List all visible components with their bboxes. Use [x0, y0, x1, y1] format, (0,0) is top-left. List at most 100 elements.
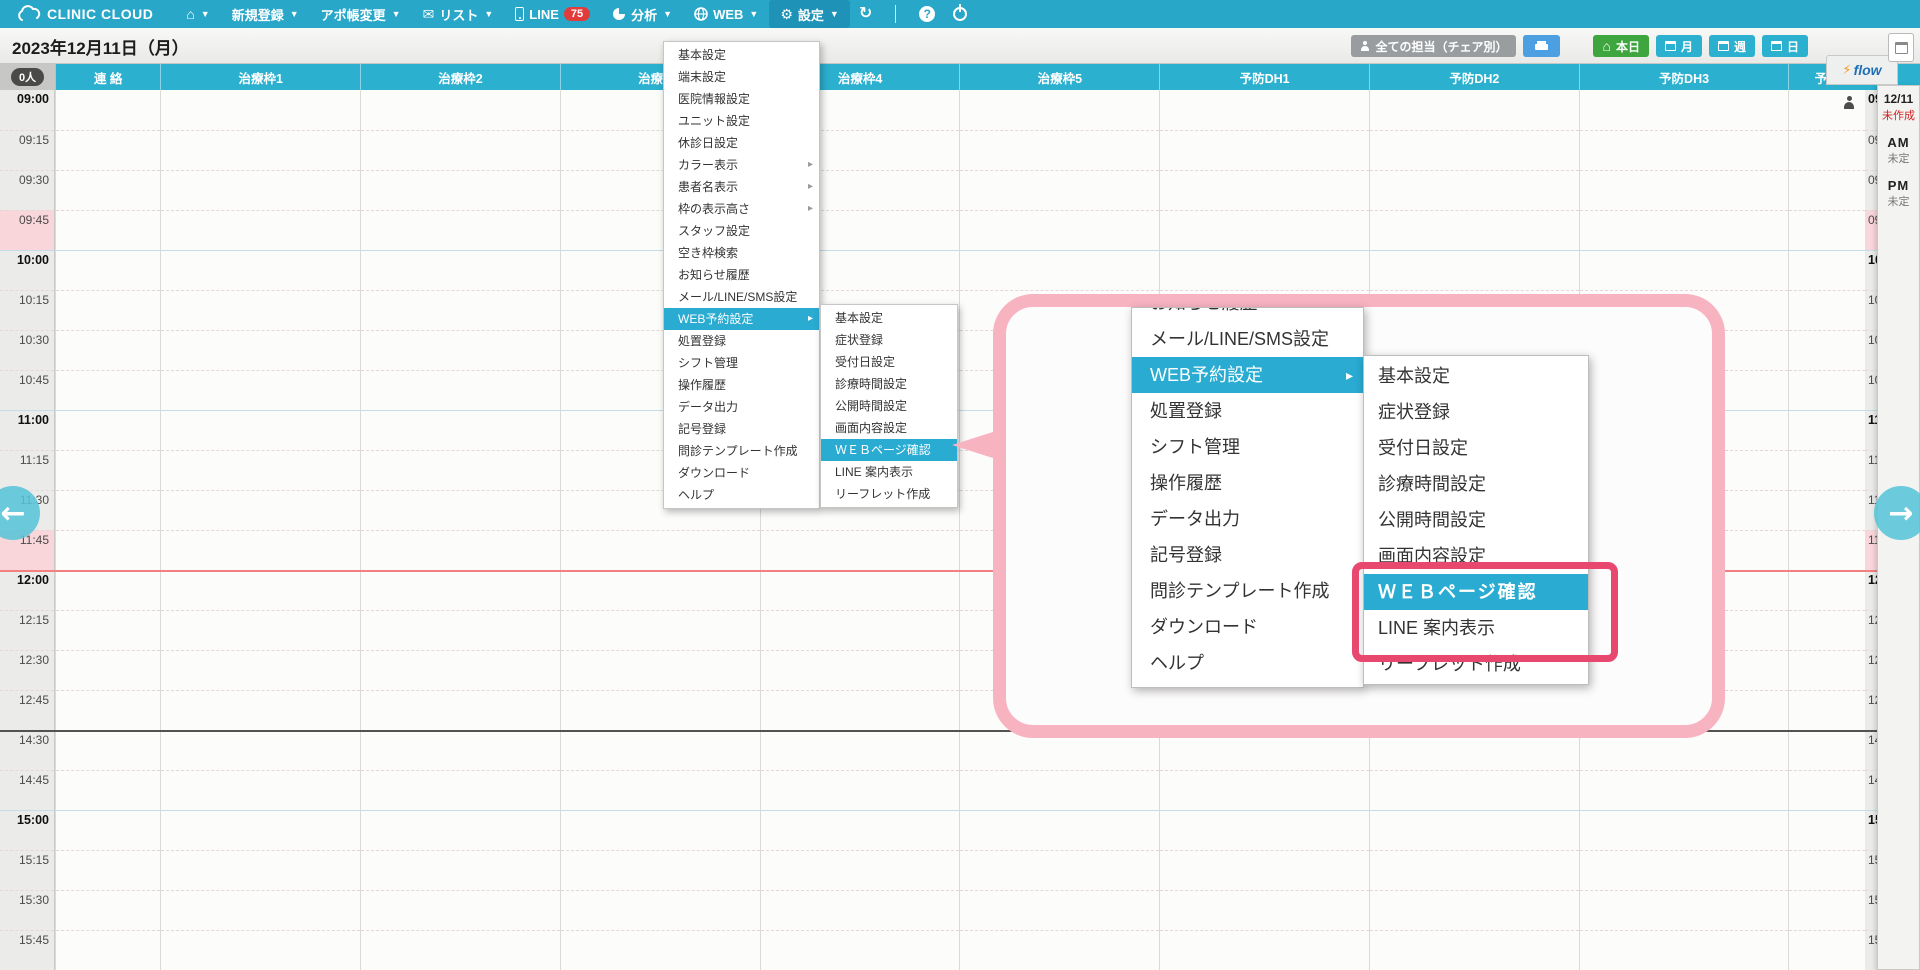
calendar-cell[interactable] — [1789, 890, 1865, 930]
calendar-cell[interactable] — [1789, 650, 1865, 690]
mini-calendar-button[interactable] — [1888, 33, 1914, 62]
calendar-cell[interactable] — [361, 770, 560, 810]
calendar-cell[interactable] — [161, 250, 360, 290]
calendar-cell[interactable] — [1789, 490, 1865, 530]
settings-menu-item[interactable]: シフト管理 — [664, 352, 819, 374]
calendar-cell[interactable] — [361, 690, 560, 730]
settings-menu-item[interactable]: 問診テンプレート作成 — [664, 440, 819, 462]
calendar-cell[interactable] — [561, 690, 760, 730]
calendar-cell[interactable] — [1160, 850, 1369, 890]
calendar-cell[interactable] — [161, 90, 360, 130]
calendar-cell[interactable] — [1789, 730, 1865, 770]
settings-menu-item[interactable]: データ出力 — [664, 396, 819, 418]
calendar-cell[interactable] — [361, 410, 560, 450]
calendar-cell[interactable] — [161, 170, 360, 210]
calendar-cell[interactable] — [1160, 210, 1369, 250]
calendar-cell[interactable] — [1580, 170, 1789, 210]
calendar-cell[interactable] — [161, 450, 360, 490]
calendar-cell[interactable] — [1789, 410, 1865, 450]
calendar-cell[interactable] — [761, 650, 960, 690]
calendar-cell[interactable] — [761, 810, 960, 850]
calendar-cell[interactable] — [56, 650, 160, 690]
calendar-cell[interactable] — [361, 730, 560, 770]
calendar-cell[interactable] — [161, 890, 360, 930]
calendar-cell[interactable] — [1160, 930, 1369, 970]
calendar-cell[interactable] — [56, 810, 160, 850]
calendar-cell[interactable] — [56, 370, 160, 410]
calendar-cell[interactable] — [960, 810, 1159, 850]
settings-menu-item[interactable]: 空き枠検索 — [664, 242, 819, 264]
calendar-cell[interactable] — [1789, 290, 1865, 330]
calendar-cell[interactable] — [361, 610, 560, 650]
calendar-cell[interactable] — [1580, 250, 1789, 290]
settings-menu-item[interactable]: 端末設定 — [664, 66, 819, 88]
print-button[interactable] — [1523, 35, 1560, 57]
calendar-cell[interactable] — [56, 170, 160, 210]
calendar-cell[interactable] — [161, 810, 360, 850]
nav-appointment-book-change[interactable]: アポ帳変更 ▼ — [310, 0, 412, 28]
assignee-filter-button[interactable]: 全ての担当（チェア別） — [1351, 35, 1516, 57]
calendar-cell[interactable] — [56, 410, 160, 450]
brand-logo[interactable]: CLINIC CLOUD — [0, 5, 175, 23]
settings-menu-item[interactable]: 枠の表示高さ▸ — [664, 198, 819, 220]
calendar-cell[interactable] — [161, 410, 360, 450]
calendar-cell[interactable] — [761, 850, 960, 890]
nav-web[interactable]: WEB ▼ — [683, 0, 769, 28]
calendar-cell[interactable] — [56, 570, 160, 610]
calendar-cell[interactable] — [761, 890, 960, 930]
settings-menu-item[interactable]: 操作履歴 — [664, 374, 819, 396]
settings-menu-item[interactable]: スタッフ設定 — [664, 220, 819, 242]
refresh-button[interactable]: ↻ — [850, 0, 881, 28]
calendar-cell[interactable] — [561, 930, 760, 970]
calendar-cell[interactable] — [56, 290, 160, 330]
today-button[interactable]: ⌂ 本日 — [1593, 35, 1648, 57]
calendar-cell[interactable] — [960, 250, 1159, 290]
web-submenu-item[interactable]: リーフレット作成 — [821, 483, 957, 505]
scroll-right-button[interactable]: → — [1874, 486, 1920, 540]
nav-settings[interactable]: ⚙ 設定 ▼ — [769, 0, 850, 28]
calendar-cell[interactable] — [1580, 770, 1789, 810]
calendar-cell[interactable] — [960, 890, 1159, 930]
settings-menu-item[interactable]: ユニット設定 — [664, 110, 819, 132]
calendar-cell[interactable] — [1789, 570, 1865, 610]
calendar-cell[interactable] — [561, 570, 760, 610]
settings-menu-item[interactable]: ダウンロード — [664, 462, 819, 484]
calendar-cell[interactable] — [1789, 450, 1865, 490]
calendar-cell[interactable] — [1160, 770, 1369, 810]
calendar-cell[interactable] — [56, 850, 160, 890]
settings-menu-item[interactable]: メール/LINE/SMS設定 — [664, 286, 819, 308]
calendar-cell[interactable] — [361, 450, 560, 490]
settings-menu-item[interactable]: 記号登録 — [664, 418, 819, 440]
calendar-cell[interactable] — [960, 850, 1159, 890]
calendar-cell[interactable] — [1370, 90, 1579, 130]
calendar-cell[interactable] — [161, 490, 360, 530]
web-submenu-item[interactable]: LINE 案内表示 — [821, 461, 957, 483]
calendar-cell[interactable] — [761, 770, 960, 810]
calendar-cell[interactable] — [56, 210, 160, 250]
calendar-cell[interactable] — [960, 770, 1159, 810]
calendar-cell[interactable] — [1580, 850, 1789, 890]
calendar-cell[interactable] — [161, 370, 360, 410]
month-view-button[interactable]: 月 — [1656, 35, 1702, 57]
week-view-button[interactable]: 週 — [1709, 35, 1755, 57]
calendar-cell[interactable] — [1580, 890, 1789, 930]
calendar-cell[interactable] — [1370, 250, 1579, 290]
calendar-cell[interactable] — [1370, 770, 1579, 810]
calendar-cell[interactable] — [561, 730, 760, 770]
calendar-cell[interactable] — [1370, 930, 1579, 970]
calendar-cell[interactable] — [361, 250, 560, 290]
calendar-cell[interactable] — [56, 250, 160, 290]
calendar-cell[interactable] — [561, 610, 760, 650]
calendar-cell[interactable] — [56, 930, 160, 970]
calendar-cell[interactable] — [761, 610, 960, 650]
calendar-cell[interactable] — [56, 490, 160, 530]
calendar-cell[interactable] — [1580, 130, 1789, 170]
nav-new-registration[interactable]: 新規登録 ▼ — [221, 0, 310, 28]
calendar-cell[interactable] — [561, 650, 760, 690]
calendar-cell[interactable] — [1580, 930, 1789, 970]
calendar-cell[interactable] — [1789, 810, 1865, 850]
web-submenu-item[interactable]: ＷＥＢページ確認 — [821, 439, 957, 461]
calendar-cell[interactable] — [361, 530, 560, 570]
calendar-cell[interactable] — [1160, 250, 1369, 290]
settings-menu-item[interactable]: 医院情報設定 — [664, 88, 819, 110]
